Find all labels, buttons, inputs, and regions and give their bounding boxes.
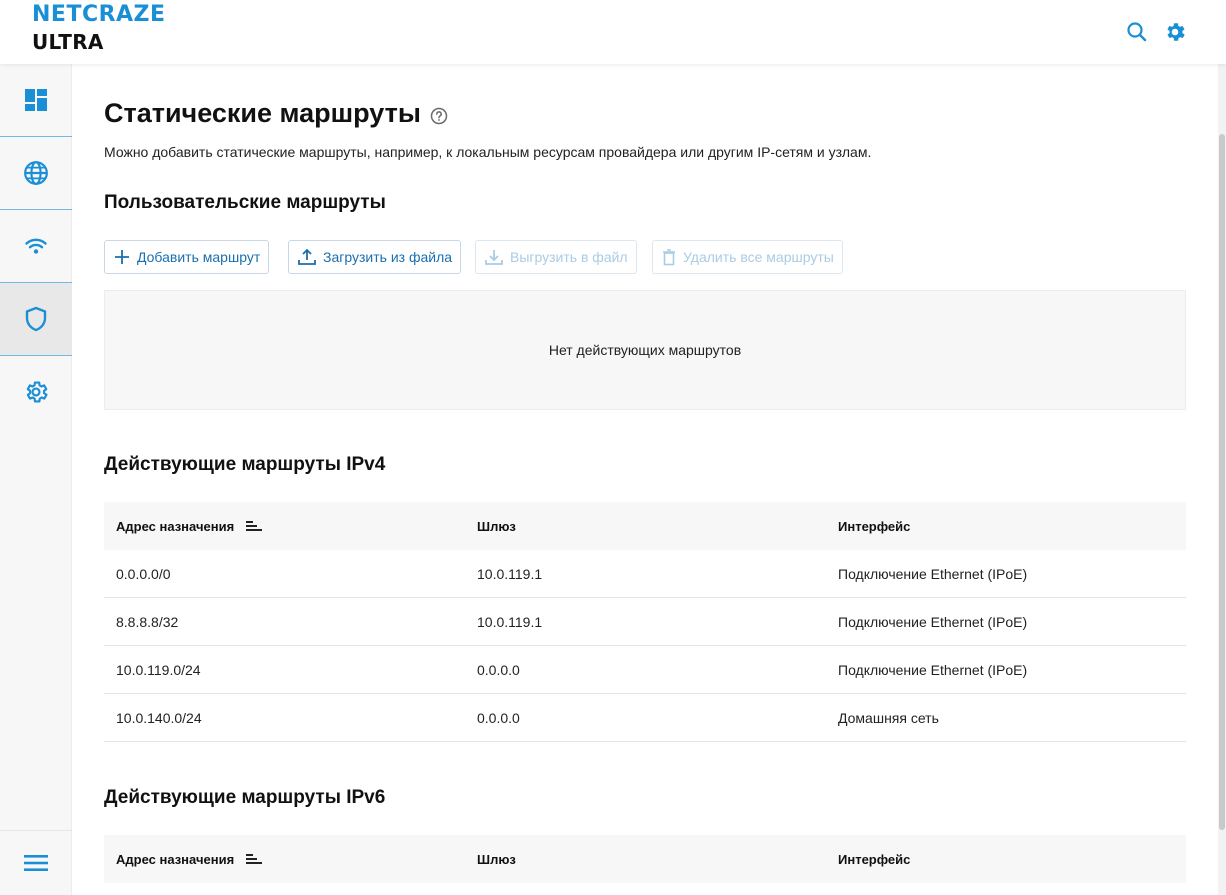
add-route-label: Добавить маршрут (137, 249, 261, 265)
cell-destination: 0.0.0.0/0 (116, 565, 171, 582)
cell-interface: Подключение Ethernet (IPoE) (838, 565, 1028, 582)
cell-gateway: 10.0.119.1 (477, 613, 543, 630)
page-description: Можно добавить статические маршруты, нап… (104, 144, 872, 160)
table-header: Адрес назначения Шлюз Интерфейс (104, 502, 1186, 550)
sort-icon[interactable] (246, 519, 264, 533)
menu-toggle-button[interactable] (0, 830, 72, 895)
upload-file-label: Загрузить из файла (323, 249, 453, 265)
table-row[interactable]: 10.0.140.0/24 0.0.0.0 Домашняя сеть (104, 694, 1186, 742)
user-routes-title: Пользовательские маршруты (104, 192, 386, 213)
download-file-label: Выгрузить в файл (510, 249, 628, 265)
search-icon[interactable] (1125, 20, 1149, 44)
delete-all-routes-label: Удалить все маршруты (683, 249, 834, 265)
column-header-gateway: Шлюз (477, 851, 516, 867)
cell-gateway: 10.0.119.1 (477, 565, 543, 582)
cell-gateway: 0.0.0.0 (477, 661, 520, 678)
gear-icon (26, 381, 48, 403)
page-title: Статические маршруты (104, 98, 421, 128)
cell-interface: Домашняя сеть (838, 709, 939, 726)
cell-gateway: 0.0.0.0 (477, 709, 520, 726)
sidebar (0, 64, 72, 895)
hamburger-icon (24, 855, 48, 871)
sidebar-item-dashboard[interactable] (0, 64, 72, 136)
table-row[interactable]: 10.0.119.0/24 0.0.0.0 Подключение Ethern… (104, 646, 1186, 694)
download-file-button[interactable]: Выгрузить в файл (475, 240, 637, 274)
ipv4-routes-title: Действующие маршруты IPv4 (104, 454, 386, 475)
brand-line-1: NETCRAZE (32, 2, 166, 27)
empty-routes-text: Нет действующих маршрутов (548, 342, 742, 358)
column-header-gateway: Шлюз (477, 518, 516, 534)
download-icon (485, 250, 503, 265)
ipv6-routes-table: Адрес назначения Шлюз Интерфейс (104, 835, 1186, 883)
column-header-interface: Интерфейс (838, 851, 911, 867)
add-route-button[interactable]: Добавить маршрут (104, 240, 270, 274)
wifi-icon (25, 238, 47, 254)
upload-file-button[interactable]: Загрузить из файла (288, 240, 462, 274)
cell-destination: 10.0.140.0/24 (116, 709, 202, 726)
brand-line-2: ULTRA (32, 30, 104, 54)
shield-icon (25, 306, 47, 332)
sort-icon[interactable] (246, 852, 264, 866)
column-header-destination[interactable]: Адрес назначения (104, 519, 465, 534)
trash-icon (663, 249, 675, 266)
column-header-destination-label: Адрес назначения (116, 518, 235, 534)
upload-icon (298, 248, 316, 265)
sidebar-item-internet[interactable] (0, 137, 72, 209)
gear-icon[interactable] (1163, 20, 1187, 44)
globe-icon (24, 161, 48, 185)
sidebar-item-settings[interactable] (0, 356, 72, 428)
delete-all-routes-button[interactable]: Удалить все маршруты (652, 240, 843, 274)
brand-logo[interactable]: NETCRAZE ULTRA (32, 2, 166, 54)
cell-destination: 10.0.119.0/24 (116, 661, 201, 678)
dashboard-icon (25, 89, 47, 111)
column-header-interface: Интерфейс (838, 518, 911, 534)
sidebar-item-security[interactable] (0, 283, 72, 355)
column-header-destination-label: Адрес назначения (116, 851, 235, 867)
help-icon[interactable] (430, 107, 448, 125)
cell-destination: 8.8.8.8/32 (116, 613, 179, 630)
page-scrollbar[interactable] (1218, 64, 1226, 895)
ipv6-routes-title: Действующие маршруты IPv6 (104, 787, 386, 808)
cell-interface: Подключение Ethernet (IPoE) (838, 661, 1028, 678)
top-bar: NETCRAZE ULTRA (0, 0, 1226, 64)
plus-icon (115, 250, 129, 264)
table-header: Адрес назначения Шлюз Интерфейс (104, 835, 1186, 883)
sidebar-item-wifi[interactable] (0, 210, 72, 282)
empty-routes-box: Нет действующих маршрутов (104, 290, 1186, 410)
table-row[interactable]: 0.0.0.0/0 10.0.119.1 Подключение Etherne… (104, 550, 1186, 598)
scrollbar-thumb[interactable] (1219, 134, 1225, 830)
ipv4-routes-table: Адрес назначения Шлюз Интерфейс 0.0.0.0/… (104, 502, 1186, 742)
cell-interface: Подключение Ethernet (IPoE) (838, 613, 1028, 630)
column-header-destination[interactable]: Адрес назначения (104, 852, 465, 867)
table-row[interactable]: 8.8.8.8/32 10.0.119.1 Подключение Ethern… (104, 598, 1186, 646)
